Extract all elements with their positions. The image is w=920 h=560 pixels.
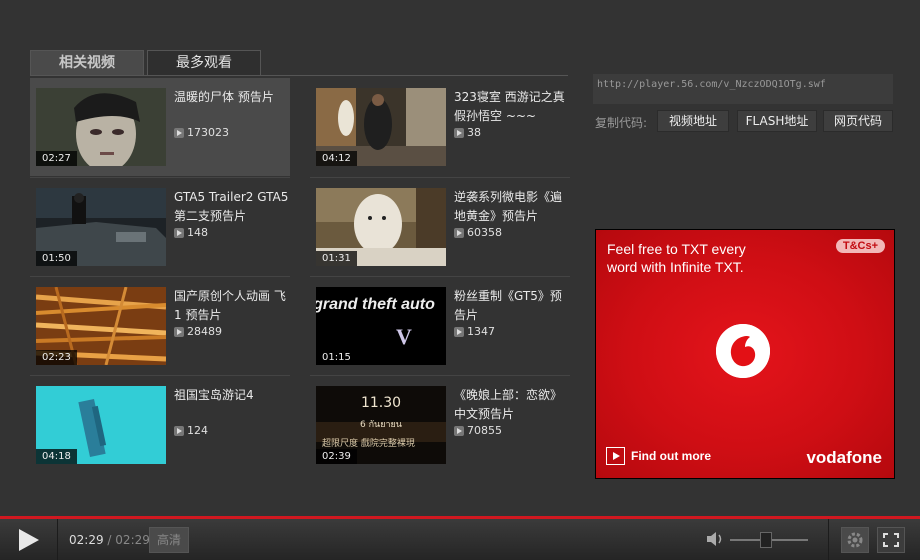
video-thumbnail[interactable]: 01:50 bbox=[36, 188, 166, 266]
video-view-count: 148 bbox=[187, 226, 208, 239]
video-title[interactable]: GTA5 Trailer2 GTA5第二支预告片 bbox=[174, 188, 290, 226]
video-duration: 01:15 bbox=[316, 350, 357, 365]
copy-html-code-button[interactable]: 网页代码 bbox=[823, 110, 893, 132]
video-view-count: 1347 bbox=[467, 325, 495, 338]
video-views: 124 bbox=[174, 424, 208, 437]
gta-numeral: V bbox=[396, 324, 412, 349]
play-count-icon bbox=[174, 425, 184, 436]
ad-find-out-more[interactable]: Find out more bbox=[606, 447, 711, 465]
video-thumbnail[interactable]: 02:23 bbox=[36, 287, 166, 365]
video-views: 148 bbox=[174, 226, 208, 239]
video-view-count: 60358 bbox=[467, 226, 502, 239]
volume-slider-handle[interactable] bbox=[760, 532, 772, 548]
play-count-icon bbox=[454, 227, 464, 238]
tab-most-viewed[interactable]: 最多观看 bbox=[147, 50, 261, 76]
control-divider bbox=[828, 519, 829, 560]
video-item[interactable]: 02:23 国产原创个人动画 飞 1 预告片 28489 bbox=[30, 277, 290, 375]
play-count-icon bbox=[174, 227, 184, 238]
video-item[interactable]: 02:27 温暖的尸体 预告片 173023 bbox=[30, 78, 290, 176]
video-view-count: 173023 bbox=[187, 126, 229, 139]
video-duration: 04:12 bbox=[316, 151, 357, 166]
video-title[interactable]: 《晚娘上部：恋欲》中文预告片 bbox=[454, 386, 570, 424]
video-title[interactable]: 粉丝重制《GT5》预告片 bbox=[454, 287, 570, 325]
copy-code-label: 复制代码: bbox=[595, 116, 648, 130]
video-title[interactable]: 温暖的尸体 预告片 bbox=[174, 88, 290, 107]
settings-button[interactable] bbox=[841, 527, 869, 553]
ad-terms-badge[interactable]: T&Cs+ bbox=[835, 239, 885, 253]
video-thumbnail[interactable]: 04:18 bbox=[36, 386, 166, 464]
video-views: 173023 bbox=[174, 126, 229, 139]
fullscreen-icon bbox=[883, 533, 899, 547]
play-icon bbox=[19, 529, 39, 551]
video-item[interactable]: grand theft auto V 01:15 粉丝重制《GT5》预告片 13… bbox=[310, 277, 570, 375]
volume-icon[interactable] bbox=[706, 531, 726, 547]
video-views: 28489 bbox=[174, 325, 222, 338]
video-thumbnail[interactable]: 02:27 bbox=[36, 88, 166, 166]
vodafone-ad[interactable]: Feel free to TXT every word with Infinit… bbox=[595, 229, 895, 479]
gear-icon bbox=[847, 532, 863, 548]
play-count-icon bbox=[454, 127, 464, 138]
video-item[interactable]: 04:18 祖国宝岛游记4 124 bbox=[30, 376, 290, 474]
video-item[interactable]: 01:50 GTA5 Trailer2 GTA5第二支预告片 148 bbox=[30, 178, 290, 276]
play-count-icon bbox=[174, 127, 184, 138]
copy-video-url-button[interactable]: 视频地址 bbox=[657, 110, 729, 132]
play-count-icon bbox=[454, 425, 464, 436]
fullscreen-button[interactable] bbox=[877, 527, 905, 553]
total-time: 02:29 bbox=[115, 533, 150, 547]
ad-line-2: word with Infinite TXT. bbox=[607, 259, 744, 275]
video-duration: 04:18 bbox=[36, 449, 77, 464]
video-thumbnail[interactable]: 01:31 bbox=[316, 188, 446, 266]
video-views: 60358 bbox=[454, 226, 502, 239]
ad-headline: Feel free to TXT every word with Infinit… bbox=[607, 240, 746, 276]
video-title[interactable]: 祖国宝岛游记4 bbox=[174, 386, 290, 405]
video-duration: 01:31 bbox=[316, 251, 357, 266]
video-views: 70855 bbox=[454, 424, 502, 437]
video-duration: 01:50 bbox=[36, 251, 77, 266]
video-views: 1347 bbox=[454, 325, 495, 338]
player-control-bar: 02:29 / 02:29 高清 bbox=[0, 519, 920, 560]
ad-find-out-more-label: Find out more bbox=[631, 449, 711, 463]
tab-divider bbox=[30, 75, 568, 76]
video-thumbnail[interactable]: 04:12 bbox=[316, 88, 446, 166]
video-thumbnail[interactable]: 11.30 6 กันยายน 超限尺度 戲院完整裸現 02:39 bbox=[316, 386, 446, 464]
play-count-icon bbox=[454, 326, 464, 337]
current-time: 02:29 bbox=[69, 533, 104, 547]
arrow-right-icon bbox=[606, 447, 625, 465]
video-title[interactable]: 国产原创个人动画 飞 1 预告片 bbox=[174, 287, 290, 325]
gta-logo-word1: grand theft auto bbox=[316, 296, 435, 313]
video-duration: 02:23 bbox=[36, 350, 77, 365]
embed-url-field[interactable]: http://player.56.com/v_NzczODQ1OTg.swf bbox=[593, 74, 893, 104]
time-display: 02:29 / 02:29 bbox=[69, 533, 150, 547]
video-thumbnail[interactable]: grand theft auto V 01:15 bbox=[316, 287, 446, 365]
video-duration: 02:39 bbox=[316, 449, 357, 464]
movie-date-thai: 6 กันยายน bbox=[360, 420, 402, 430]
movie-tagline: 超限尺度 戲院完整裸現 bbox=[322, 437, 415, 449]
video-view-count: 38 bbox=[467, 126, 481, 139]
movie-date: 11.30 bbox=[361, 395, 401, 411]
video-view-count: 124 bbox=[187, 424, 208, 437]
ad-brand-name: vodafone bbox=[806, 448, 882, 467]
video-item[interactable]: 01:31 逆袭系列微电影《遍地黄金》预告片 60358 bbox=[310, 178, 570, 276]
play-button[interactable] bbox=[0, 519, 58, 560]
video-duration: 02:27 bbox=[36, 151, 77, 166]
vodafone-logo-icon bbox=[716, 324, 770, 378]
play-count-icon bbox=[174, 326, 184, 337]
tab-related[interactable]: 相关视频 bbox=[30, 50, 144, 76]
video-item[interactable]: 11.30 6 กันยายน 超限尺度 戲院完整裸現 02:39 《晚娘上部：… bbox=[310, 376, 570, 474]
video-view-count: 28489 bbox=[187, 325, 222, 338]
ad-line-1: Feel free to TXT every bbox=[607, 241, 746, 257]
hd-quality-button[interactable]: 高清 bbox=[149, 527, 189, 553]
video-title[interactable]: 323寝室 西游记之真假孙悟空 ~~~ bbox=[454, 88, 570, 126]
video-view-count: 70855 bbox=[467, 424, 502, 437]
time-separator: / bbox=[107, 533, 112, 547]
video-item[interactable]: 04:12 323寝室 西游记之真假孙悟空 ~~~ 38 bbox=[310, 78, 570, 176]
video-views: 38 bbox=[454, 126, 481, 139]
video-title[interactable]: 逆袭系列微电影《遍地黄金》预告片 bbox=[454, 188, 570, 226]
copy-flash-url-button[interactable]: FLASH地址 bbox=[737, 110, 817, 132]
